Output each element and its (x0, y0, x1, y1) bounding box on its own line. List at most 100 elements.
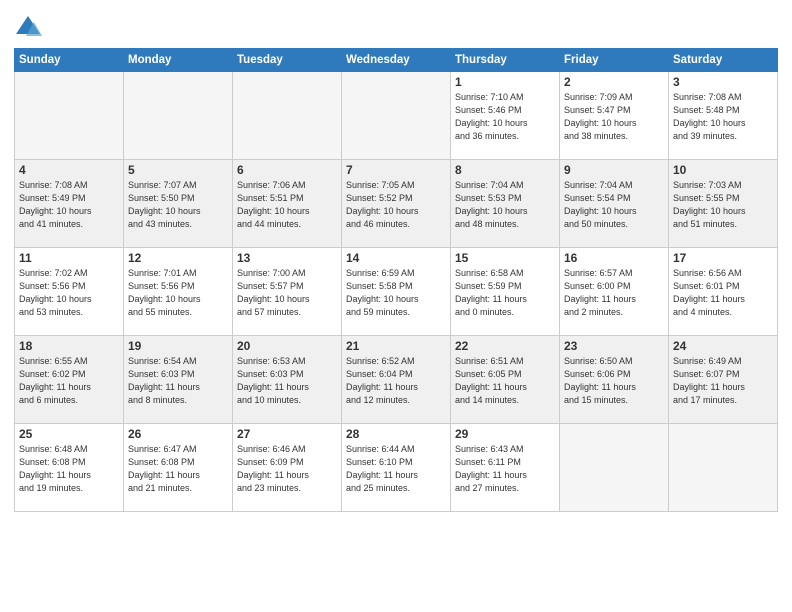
day-info: Sunrise: 7:07 AMSunset: 5:50 PMDaylight:… (128, 179, 228, 231)
calendar-cell: 26 Sunrise: 6:47 AMSunset: 6:08 PMDayligh… (124, 424, 233, 512)
calendar-week-row: 25Sunrise: 6:48 AMSunset: 6:08 PMDayligh… (15, 424, 778, 512)
day-number: 1 (455, 75, 555, 89)
day-number: 9 (564, 163, 664, 177)
day-number: 7 (346, 163, 446, 177)
calendar-cell: 20 Sunrise: 6:53 AMSunset: 6:03 PMDayligh… (233, 336, 342, 424)
calendar-cell: 9 Sunrise: 7:04 AMSunset: 5:54 PMDaylight… (560, 160, 669, 248)
day-number: 26 (128, 427, 228, 441)
page-container: SundayMondayTuesdayWednesdayThursdayFrid… (0, 0, 792, 612)
calendar-cell: 29 Sunrise: 6:43 AMSunset: 6:11 PMDayligh… (451, 424, 560, 512)
calendar-cell: 8 Sunrise: 7:04 AMSunset: 5:53 PMDaylight… (451, 160, 560, 248)
calendar-cell: 12Sunrise: 7:01 AMSunset: 5:56 PMDayligh… (124, 248, 233, 336)
day-info: Sunrise: 7:03 AMSunset: 5:55 PMDaylight:… (673, 179, 773, 231)
day-number: 27 (237, 427, 337, 441)
day-info: Sunrise: 6:58 AMSunset: 5:59 PMDaylight:… (455, 267, 555, 319)
day-info: Sunrise: 6:51 AMSunset: 6:05 PMDaylight:… (455, 355, 555, 407)
day-number: 15 (455, 251, 555, 265)
day-number: 16 (564, 251, 664, 265)
day-info: Sunrise: 6:46 AMSunset: 6:09 PMDaylight:… (237, 443, 337, 495)
calendar-cell: 13 Sunrise: 7:00 AMSunset: 5:57 PMDayligh… (233, 248, 342, 336)
day-number: 18 (19, 339, 119, 353)
day-info: Sunrise: 7:08 AMSunset: 5:48 PMDaylight:… (673, 91, 773, 143)
day-info: Sunrise: 6:55 AMSunset: 6:02 PMDaylight:… (19, 355, 119, 407)
logo-icon (14, 14, 42, 42)
calendar-week-row: 18 Sunrise: 6:55 AMSunset: 6:02 PMDayligh… (15, 336, 778, 424)
calendar-cell: 15 Sunrise: 6:58 AMSunset: 5:59 PMDayligh… (451, 248, 560, 336)
calendar-cell: 28Sunrise: 6:44 AMSunset: 6:10 PMDayligh… (342, 424, 451, 512)
calendar-cell (124, 72, 233, 160)
calendar-cell: 7 Sunrise: 7:05 AMSunset: 5:52 PMDaylight… (342, 160, 451, 248)
day-number: 11 (19, 251, 119, 265)
weekday-header: Tuesday (233, 49, 342, 72)
calendar-cell: 19 Sunrise: 6:54 AMSunset: 6:03 PMDayligh… (124, 336, 233, 424)
day-number: 13 (237, 251, 337, 265)
day-number: 29 (455, 427, 555, 441)
calendar-cell: 5 Sunrise: 7:07 AMSunset: 5:50 PMDaylight… (124, 160, 233, 248)
day-number: 17 (673, 251, 773, 265)
day-info: Sunrise: 6:54 AMSunset: 6:03 PMDaylight:… (128, 355, 228, 407)
day-info: Sunrise: 7:06 AMSunset: 5:51 PMDaylight:… (237, 179, 337, 231)
calendar-cell: 25Sunrise: 6:48 AMSunset: 6:08 PMDayligh… (15, 424, 124, 512)
day-info: Sunrise: 6:59 AMSunset: 5:58 PMDaylight:… (346, 267, 446, 319)
calendar-cell: 2Sunrise: 7:09 AMSunset: 5:47 PMDaylight… (560, 72, 669, 160)
day-info: Sunrise: 7:09 AMSunset: 5:47 PMDaylight:… (564, 91, 664, 143)
day-info: Sunrise: 6:57 AMSunset: 6:00 PMDaylight:… (564, 267, 664, 319)
calendar-cell: 22 Sunrise: 6:51 AMSunset: 6:05 PMDayligh… (451, 336, 560, 424)
weekday-header: Thursday (451, 49, 560, 72)
calendar-cell (560, 424, 669, 512)
day-number: 20 (237, 339, 337, 353)
calendar-cell: 17 Sunrise: 6:56 AMSunset: 6:01 PMDayligh… (669, 248, 778, 336)
calendar-cell (15, 72, 124, 160)
calendar-header: SundayMondayTuesdayWednesdayThursdayFrid… (15, 49, 778, 72)
calendar-cell: 21Sunrise: 6:52 AMSunset: 6:04 PMDayligh… (342, 336, 451, 424)
day-info: Sunrise: 7:08 AMSunset: 5:49 PMDaylight:… (19, 179, 119, 231)
day-info: Sunrise: 6:47 AMSunset: 6:08 PMDaylight:… (128, 443, 228, 495)
weekday-header: Sunday (15, 49, 124, 72)
day-info: Sunrise: 7:04 AMSunset: 5:54 PMDaylight:… (564, 179, 664, 231)
calendar-cell (233, 72, 342, 160)
calendar-week-row: 1 Sunrise: 7:10 AMSunset: 5:46 PMDaylight… (15, 72, 778, 160)
weekday-header: Saturday (669, 49, 778, 72)
weekday-header: Wednesday (342, 49, 451, 72)
day-number: 24 (673, 339, 773, 353)
day-info: Sunrise: 7:05 AMSunset: 5:52 PMDaylight:… (346, 179, 446, 231)
day-number: 4 (19, 163, 119, 177)
weekday-row: SundayMondayTuesdayWednesdayThursdayFrid… (15, 49, 778, 72)
day-info: Sunrise: 6:52 AMSunset: 6:04 PMDaylight:… (346, 355, 446, 407)
day-number: 25 (19, 427, 119, 441)
calendar-cell: 16 Sunrise: 6:57 AMSunset: 6:00 PMDayligh… (560, 248, 669, 336)
day-number: 22 (455, 339, 555, 353)
day-number: 14 (346, 251, 446, 265)
calendar-cell: 23Sunrise: 6:50 AMSunset: 6:06 PMDayligh… (560, 336, 669, 424)
calendar-cell: 3Sunrise: 7:08 AMSunset: 5:48 PMDaylight… (669, 72, 778, 160)
day-info: Sunrise: 7:00 AMSunset: 5:57 PMDaylight:… (237, 267, 337, 319)
calendar-cell: 11 Sunrise: 7:02 AMSunset: 5:56 PMDayligh… (15, 248, 124, 336)
day-info: Sunrise: 6:53 AMSunset: 6:03 PMDaylight:… (237, 355, 337, 407)
calendar-week-row: 4 Sunrise: 7:08 AMSunset: 5:49 PMDaylight… (15, 160, 778, 248)
day-number: 5 (128, 163, 228, 177)
day-number: 10 (673, 163, 773, 177)
calendar-cell: 10 Sunrise: 7:03 AMSunset: 5:55 PMDayligh… (669, 160, 778, 248)
day-info: Sunrise: 6:44 AMSunset: 6:10 PMDaylight:… (346, 443, 446, 495)
day-info: Sunrise: 6:49 AMSunset: 6:07 PMDaylight:… (673, 355, 773, 407)
calendar-cell: 1 Sunrise: 7:10 AMSunset: 5:46 PMDaylight… (451, 72, 560, 160)
day-info: Sunrise: 6:56 AMSunset: 6:01 PMDaylight:… (673, 267, 773, 319)
day-number: 8 (455, 163, 555, 177)
calendar: SundayMondayTuesdayWednesdayThursdayFrid… (14, 48, 778, 512)
day-info: Sunrise: 7:01 AMSunset: 5:56 PMDaylight:… (128, 267, 228, 319)
day-info: Sunrise: 7:10 AMSunset: 5:46 PMDaylight:… (455, 91, 555, 143)
calendar-cell: 14 Sunrise: 6:59 AMSunset: 5:58 PMDayligh… (342, 248, 451, 336)
calendar-cell: 27 Sunrise: 6:46 AMSunset: 6:09 PMDayligh… (233, 424, 342, 512)
day-number: 23 (564, 339, 664, 353)
calendar-cell (669, 424, 778, 512)
day-info: Sunrise: 6:43 AMSunset: 6:11 PMDaylight:… (455, 443, 555, 495)
day-info: Sunrise: 7:04 AMSunset: 5:53 PMDaylight:… (455, 179, 555, 231)
calendar-week-row: 11 Sunrise: 7:02 AMSunset: 5:56 PMDayligh… (15, 248, 778, 336)
calendar-cell: 6Sunrise: 7:06 AMSunset: 5:51 PMDaylight… (233, 160, 342, 248)
day-info: Sunrise: 7:02 AMSunset: 5:56 PMDaylight:… (19, 267, 119, 319)
calendar-cell (342, 72, 451, 160)
calendar-body: 1 Sunrise: 7:10 AMSunset: 5:46 PMDaylight… (15, 72, 778, 512)
calendar-cell: 24 Sunrise: 6:49 AMSunset: 6:07 PMDayligh… (669, 336, 778, 424)
day-number: 19 (128, 339, 228, 353)
calendar-cell: 18 Sunrise: 6:55 AMSunset: 6:02 PMDayligh… (15, 336, 124, 424)
